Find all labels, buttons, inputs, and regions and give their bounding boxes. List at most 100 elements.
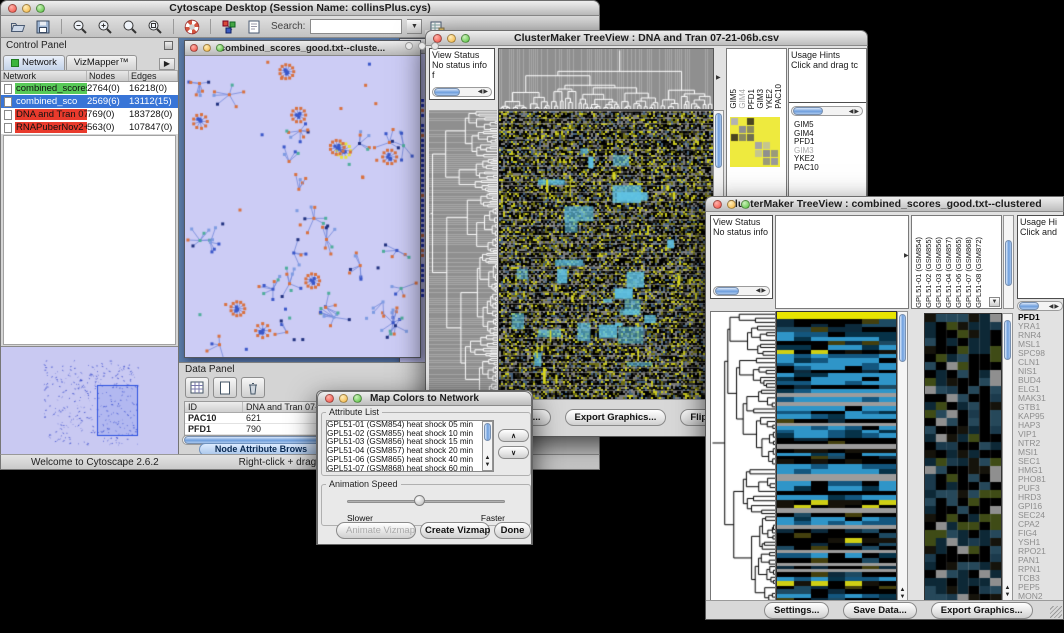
network-row[interactable]: DNA and Tran 07 769(0) 183728(0) — [1, 108, 178, 121]
treeview-button[interactable]: Settings... — [764, 602, 829, 619]
status-hscrollbar[interactable]: ◀▶ — [713, 286, 770, 296]
minimize-button[interactable] — [727, 200, 736, 209]
column-label[interactable]: PFD1 — [748, 89, 756, 109]
column-label[interactable]: GPL51-02 (GSM855) — [925, 237, 933, 308]
window-controls[interactable] — [713, 200, 750, 209]
scrollbar-thumb[interactable] — [1004, 320, 1011, 360]
open-session-icon[interactable] — [8, 17, 28, 36]
birdseye-view[interactable] — [1, 346, 178, 454]
zoom-selected-icon[interactable] — [120, 17, 140, 36]
scrollbar-arrows-icon[interactable]: ◀▶ — [478, 87, 491, 97]
attribute-list-vscrollbar[interactable]: ▲▼ — [482, 421, 493, 471]
zoom-button[interactable] — [353, 394, 362, 403]
window-controls[interactable] — [405, 42, 439, 50]
column-header-id[interactable]: ID — [185, 402, 243, 412]
minimize-button[interactable] — [418, 42, 426, 50]
scrollbar-thumb[interactable] — [484, 423, 491, 441]
column-label[interactable]: YKE2 — [766, 89, 774, 109]
tv2-heatmap[interactable] — [776, 311, 897, 603]
minimize-button[interactable] — [22, 4, 31, 13]
speed-slider[interactable] — [347, 500, 505, 503]
tab-network[interactable]: Network — [3, 55, 65, 70]
scrollbar-thumb[interactable] — [715, 113, 722, 168]
splitter-arrow-icon[interactable]: ▶ — [904, 252, 909, 259]
network-window-titlebar[interactable]: combined_scores_good.txt--cluste... — [185, 41, 420, 56]
window-controls[interactable] — [325, 394, 362, 403]
hints-hscrollbar[interactable]: ◀▶ — [1017, 301, 1063, 311]
tv2-zoom-vscrollbar[interactable]: ▲▼ — [1002, 313, 1013, 601]
tv2-row-dendrogram[interactable] — [710, 311, 776, 603]
zoom-out-icon[interactable] — [70, 17, 90, 36]
vizmapper-icon[interactable] — [219, 17, 239, 36]
resize-grip[interactable] — [1050, 606, 1062, 618]
help-lifering-icon[interactable] — [182, 17, 202, 36]
network-row[interactable]: RNAPuberNov2+ 563(0) 107847(0) — [1, 121, 178, 134]
splitter-arrow-icon[interactable]: ▶ — [716, 74, 721, 81]
create-vizmap-button[interactable]: Create Vizmap — [420, 522, 490, 539]
tv1-col-dendrogram[interactable] — [498, 48, 714, 110]
minimize-button[interactable] — [203, 44, 211, 52]
column-label[interactable]: GPL51-08 (GSM872) — [975, 237, 983, 308]
delete-attribute-button[interactable] — [241, 377, 265, 398]
close-button[interactable] — [190, 44, 198, 52]
node-attribute-browser-tab[interactable]: Node Attribute Brows — [199, 443, 323, 454]
scrollbar-thumb[interactable] — [899, 314, 906, 362]
attribute-item[interactable]: GPL51-07 (GSM868) heat shock 60 min — [327, 465, 493, 472]
close-button[interactable] — [713, 200, 722, 209]
float-panel-icon[interactable] — [164, 41, 173, 50]
move-up-button[interactable]: ∧ — [498, 429, 529, 442]
scrollbar-thumb[interactable] — [1005, 240, 1012, 286]
network-view-window[interactable]: combined_scores_good.txt--cluste... — [184, 40, 421, 358]
create-attribute-button[interactable] — [213, 377, 237, 398]
dialog-titlebar[interactable]: Map Colors to Network — [317, 391, 532, 406]
column-label[interactable]: GIM4 — [739, 89, 747, 109]
zoom-fit-icon[interactable] — [145, 17, 165, 36]
tv2-heatmap-vscrollbar[interactable]: ▲▼ — [897, 311, 908, 603]
zoom-button[interactable] — [36, 4, 45, 13]
scrollbar-thumb[interactable] — [793, 107, 823, 115]
tv2-col-dendrogram-area[interactable] — [775, 215, 909, 309]
treeview-button[interactable]: Save Data... — [843, 602, 916, 619]
column-label[interactable]: PAC10 — [775, 84, 783, 109]
zoom-button[interactable] — [741, 200, 750, 209]
zoom-button[interactable] — [216, 44, 224, 52]
tab-vizmapper[interactable]: VizMapper™ — [66, 55, 137, 70]
save-session-icon[interactable] — [33, 17, 53, 36]
select-attributes-button[interactable] — [185, 377, 209, 398]
network-row[interactable]: combined_sco 2569(6) 13112(15) — [1, 95, 178, 108]
scrollbar-thumb[interactable] — [715, 287, 739, 295]
hints-hscrollbar[interactable]: ◀▶ — [791, 106, 863, 116]
zoom-button[interactable] — [461, 34, 470, 43]
treeview-combined-titlebar[interactable]: ClusterMaker TreeView : combined_scores_… — [705, 196, 1064, 212]
window-controls[interactable] — [190, 44, 224, 52]
tv2-labels-vscrollbar[interactable] — [1003, 215, 1014, 309]
column-header-nodes[interactable]: Nodes — [87, 71, 129, 81]
network-row[interactable]: combined_scores 2764(0) 16218(0) — [1, 82, 178, 95]
column-label[interactable]: GIM3 — [757, 89, 765, 109]
column-label[interactable]: GPL51-03 (GSM856) — [935, 237, 943, 308]
gene-label[interactable]: PAC10 — [794, 164, 862, 173]
close-button[interactable] — [325, 394, 334, 403]
move-down-button[interactable]: ∨ — [498, 446, 529, 459]
scrollbar-arrows-icon[interactable]: ▲▼ — [1003, 585, 1012, 599]
zoom-button[interactable] — [431, 42, 439, 50]
tv1-row-dendrogram[interactable] — [429, 110, 497, 398]
column-header-edges[interactable]: Edges — [129, 71, 178, 81]
scrollbar-thumb[interactable] — [1019, 302, 1039, 310]
scrollbar-arrows-icon[interactable]: ▲▼ — [898, 587, 907, 601]
zoom-in-icon[interactable] — [95, 17, 115, 36]
done-button[interactable]: Done — [494, 522, 531, 539]
window-controls[interactable] — [8, 4, 45, 13]
column-label[interactable]: GPL51-06 (GSM865) — [955, 237, 963, 308]
scrollbar-arrows-icon[interactable]: ▲▼ — [483, 455, 492, 469]
close-button[interactable] — [433, 34, 442, 43]
scrollbar-arrows-icon[interactable]: ◀▶ — [849, 108, 862, 115]
treeview-dna-titlebar[interactable]: ClusterMaker TreeView : DNA and Tran 07-… — [425, 30, 868, 46]
animate-vizmap-button[interactable]: Animate Vizmap — [336, 522, 416, 539]
tv1-similarity-matrix[interactable] — [730, 117, 780, 167]
column-label[interactable]: GPL51-07 (GSM868) — [965, 237, 973, 308]
scrollbar-thumb[interactable] — [434, 88, 460, 96]
tab-overflow-button[interactable]: ▶ — [159, 58, 175, 70]
tv2-zoom-heatmap[interactable] — [924, 313, 1002, 601]
search-input[interactable] — [310, 19, 402, 34]
